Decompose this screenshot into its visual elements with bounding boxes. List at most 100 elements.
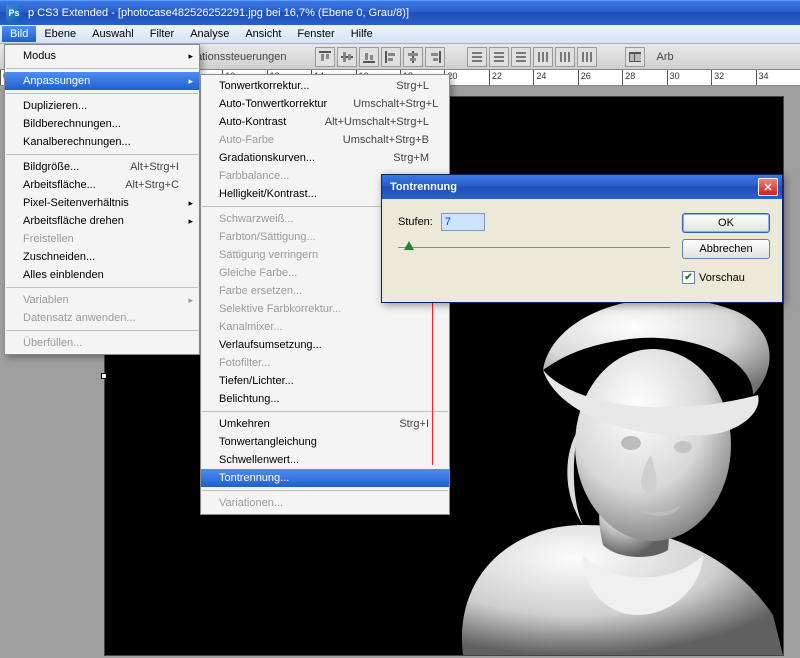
menu-item-label: Tonwertkorrektur...	[219, 80, 370, 92]
menu-item-label: Belichtung...	[219, 393, 429, 405]
menubar[interactable]: Bild Ebene Auswahl Filter Analyse Ansich…	[0, 25, 800, 44]
dialog-title: Tontrennung	[390, 181, 457, 193]
transform-handle-ml[interactable]	[101, 373, 107, 379]
menu-item-arbeitsfl-che-drehen[interactable]: Arbeitsfläche drehen	[5, 212, 199, 230]
distribute-right-icon[interactable]	[577, 47, 597, 67]
menu-ebene[interactable]: Ebene	[36, 26, 84, 42]
distribute-bottom-icon[interactable]	[511, 47, 531, 67]
tontrennung-dialog[interactable]: Tontrennung ✕ Stufen: OK Abbrechen ✔ Vor…	[381, 174, 783, 303]
menu-item-kanalmixer: Kanalmixer...	[201, 318, 449, 336]
menu-item-label: Pixel-Seitenverhältnis	[23, 197, 179, 209]
menu-item-label: Arbeitsfläche drehen	[23, 215, 179, 227]
menu-fenster[interactable]: Fenster	[289, 26, 342, 42]
menu-item-bildberechnungen[interactable]: Bildberechnungen...	[5, 115, 199, 133]
distribute-hcenter-icon[interactable]	[555, 47, 575, 67]
preview-label: Vorschau	[699, 272, 745, 284]
menu-item-shortcut: Umschalt+Strg+L	[353, 98, 438, 110]
menu-item-variationen: Variationen...	[201, 494, 449, 512]
menu-item-label: Auto-Farbe	[219, 134, 317, 146]
menu-item-label: Duplizieren...	[23, 100, 179, 112]
preview-checkbox[interactable]: ✔	[682, 271, 695, 284]
align-vcenter-icon[interactable]	[337, 47, 357, 67]
menu-separator	[6, 287, 198, 288]
menu-ansicht[interactable]: Ansicht	[237, 26, 289, 42]
menu-separator	[6, 68, 198, 69]
menu-item-shortcut: Strg+I	[399, 418, 429, 430]
options-right-label: Arb	[657, 51, 674, 63]
menu-hilfe[interactable]: Hilfe	[343, 26, 381, 42]
menu-auswahl[interactable]: Auswahl	[84, 26, 142, 42]
menu-item-verlaufsumsetzung[interactable]: Verlaufsumsetzung...	[201, 336, 449, 354]
menu-item-label: Überfüllen...	[23, 337, 179, 349]
menu-item-belichtung[interactable]: Belichtung...	[201, 390, 449, 408]
menu-analyse[interactable]: Analyse	[182, 26, 237, 42]
menu-item-label: Modus	[23, 50, 179, 62]
menu-item-shortcut: Alt+Strg+C	[125, 179, 179, 191]
menu-item-berf-llen: Überfüllen...	[5, 334, 199, 352]
menu-item-tonwertkorrektur[interactable]: Tonwertkorrektur... Strg+L	[201, 77, 449, 95]
align-hcenter-icon[interactable]	[403, 47, 423, 67]
menu-item-variablen: Variablen	[5, 291, 199, 309]
menu-item-label: Selektive Farbkorrektur...	[219, 303, 429, 315]
menu-item-label: Tontrennung...	[219, 472, 429, 484]
menu-item-label: Anpassungen	[23, 75, 179, 87]
menu-item-datensatz-anwenden: Datensatz anwenden...	[5, 309, 199, 327]
menu-item-shortcut: Strg+M	[393, 152, 429, 164]
close-icon[interactable]: ✕	[758, 178, 778, 196]
distribute-top-icon[interactable]	[467, 47, 487, 67]
menu-item-arbeitsfl-che[interactable]: Arbeitsfläche...Alt+Strg+C	[5, 176, 199, 194]
menu-item-modus[interactable]: Modus	[5, 47, 199, 65]
ok-button[interactable]: OK	[682, 213, 770, 233]
distribute-vcenter-icon[interactable]	[489, 47, 509, 67]
menu-item-shortcut: Alt+Umschalt+Strg+L	[325, 116, 429, 128]
menu-item-bildgr-e[interactable]: Bildgröße...Alt+Strg+I	[5, 158, 199, 176]
slider-thumb[interactable]	[404, 241, 414, 250]
stufen-input[interactable]	[441, 213, 485, 231]
window-titlebar: Ps p CS3 Extended - [photocase4825262522…	[0, 0, 800, 25]
distribute-left-icon[interactable]	[533, 47, 553, 67]
menu-item-label: Schwellenwert...	[219, 454, 429, 466]
menu-item-label: Schwarzweiß...	[219, 213, 367, 225]
menu-item-label: Variationen...	[219, 497, 429, 509]
menu-item-label: Tiefen/Lichter...	[219, 375, 429, 387]
menu-item-schwellenwert[interactable]: Schwellenwert...	[201, 451, 449, 469]
menu-item-alles-einblenden[interactable]: Alles einblenden	[5, 266, 199, 284]
menu-item-gradationskurven[interactable]: Gradationskurven... Strg+M	[201, 149, 449, 167]
align-left-icon[interactable]	[381, 47, 401, 67]
menu-item-auto-tonwertkorrektur[interactable]: Auto-Tonwertkorrektur Umschalt+Strg+L	[201, 95, 449, 113]
menu-item-shortcut: Strg+L	[396, 80, 429, 92]
menu-separator	[6, 330, 198, 331]
menu-item-kanalberechnungen[interactable]: Kanalberechnungen...	[5, 133, 199, 151]
menu-item-auto-kontrast[interactable]: Auto-KontrastAlt+Umschalt+Strg+L	[201, 113, 449, 131]
menu-item-tiefen-lichter[interactable]: Tiefen/Lichter...	[201, 372, 449, 390]
menu-item-zuschneiden[interactable]: Zuschneiden...	[5, 248, 199, 266]
menu-item-pixel-seitenverh-ltnis[interactable]: Pixel-Seitenverhältnis	[5, 194, 199, 212]
menu-filter[interactable]: Filter	[142, 26, 182, 42]
menu-item-label: Kanalmixer...	[219, 321, 429, 333]
menu-item-label: Alles einblenden	[23, 269, 179, 281]
menu-item-label: Variablen	[23, 294, 179, 306]
menu-item-auto-farbe: Auto-Farbe Umschalt+Strg+B	[201, 131, 449, 149]
menu-item-label: Gradationskurven...	[219, 152, 367, 164]
menu-item-duplizieren[interactable]: Duplizieren...	[5, 97, 199, 115]
menu-item-label: Freistellen	[23, 233, 179, 245]
menu-item-anpassungen[interactable]: Anpassungen	[5, 72, 199, 90]
preview-checkbox-row[interactable]: ✔ Vorschau	[682, 271, 770, 284]
menu-item-tonwertangleichung[interactable]: Tonwertangleichung	[201, 433, 449, 451]
stufen-slider[interactable]	[398, 239, 670, 257]
align-top-icon[interactable]	[315, 47, 335, 67]
align-bottom-icon[interactable]	[359, 47, 379, 67]
window-title: p CS3 Extended - [photocase482526252291.…	[28, 7, 409, 19]
menu-item-freistellen: Freistellen	[5, 230, 199, 248]
menu-item-shortcut: Umschalt+Strg+B	[343, 134, 429, 146]
menu-item-umkehren[interactable]: UmkehrenStrg+I	[201, 415, 449, 433]
workspace-icon[interactable]	[625, 47, 645, 67]
align-right-icon[interactable]	[425, 47, 445, 67]
menu-item-tontrennung[interactable]: Tontrennung...	[201, 469, 449, 487]
menu-item-label: Auto-Tonwertkorrektur	[219, 98, 327, 110]
dialog-titlebar[interactable]: Tontrennung ✕	[382, 175, 782, 199]
menu-bild-dropdown[interactable]: Modus Anpassungen Duplizieren... Bildberech…	[4, 44, 200, 355]
cancel-button[interactable]: Abbrechen	[682, 239, 770, 259]
menu-bild[interactable]: Bild	[2, 26, 36, 42]
menu-item-label: Zuschneiden...	[23, 251, 179, 263]
